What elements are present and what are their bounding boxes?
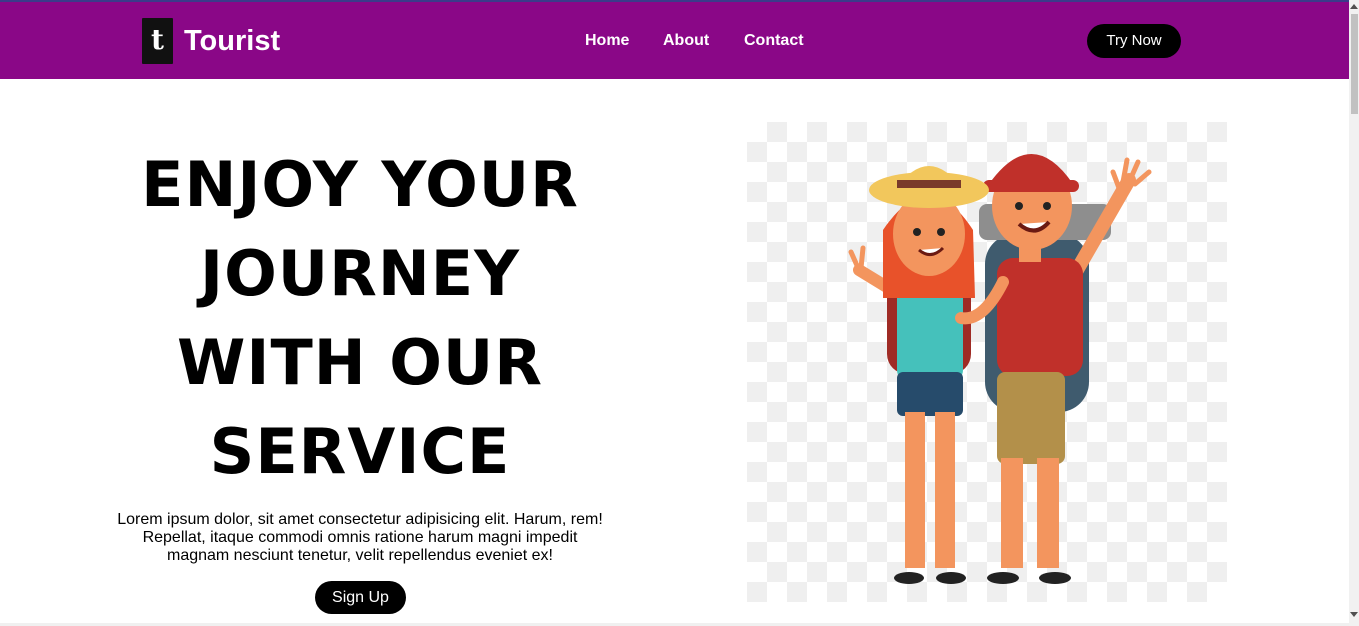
hero-title-line: ENJOY YOUR <box>141 148 579 221</box>
logo-letter: t <box>151 23 164 56</box>
scroll-up-icon[interactable] <box>1350 4 1358 9</box>
hero-title-line: WITH OUR <box>176 326 543 399</box>
sign-up-button[interactable]: Sign Up <box>315 581 406 614</box>
hero-title-line: SERVICE <box>209 415 511 488</box>
tourist-couple-illustration <box>747 122 1227 602</box>
hero-title-line: JOURNEY <box>200 237 520 310</box>
hero-title: ENJOY YOUR JOURNEY WITH OUR SERVICE <box>110 140 610 496</box>
scrollbar-thumb[interactable] <box>1351 14 1358 114</box>
brand-name[interactable]: Tourist <box>184 24 280 58</box>
scroll-down-icon[interactable] <box>1350 612 1358 617</box>
hero-description: Lorem ipsum dolor, sit amet consectetur … <box>117 511 603 564</box>
navbar: t Tourist Home About Contact Try Now <box>0 2 1349 79</box>
try-now-button[interactable]: Try Now <box>1087 24 1181 58</box>
nav-link-home[interactable]: Home <box>585 32 629 50</box>
logo-icon[interactable]: t <box>142 18 173 64</box>
nav-link-contact[interactable]: Contact <box>744 32 804 50</box>
tourist-couple-icon <box>848 154 1152 584</box>
nav-link-about[interactable]: About <box>663 32 709 50</box>
